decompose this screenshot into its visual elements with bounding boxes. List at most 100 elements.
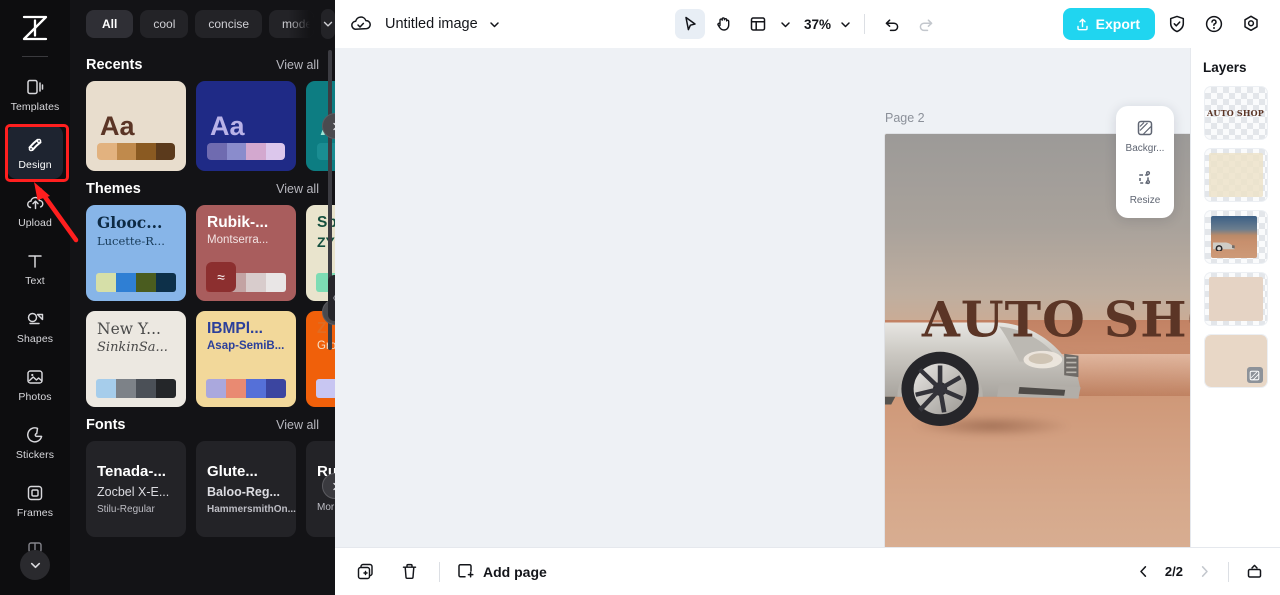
- bottombar-divider-2: [1228, 561, 1229, 582]
- layer-car-photo[interactable]: [1204, 211, 1267, 263]
- recents-card[interactable]: Aa: [86, 81, 186, 171]
- panel-collapse-handle[interactable]: [328, 275, 335, 321]
- recents-section-header: Recents View all: [70, 47, 335, 81]
- redo-button[interactable]: [911, 9, 941, 39]
- select-tool-button[interactable]: [675, 9, 705, 39]
- color-swatches: [96, 379, 176, 398]
- font-card-line3: Stilu-Regular: [97, 504, 155, 515]
- resize-button[interactable]: Resize: [1116, 170, 1174, 206]
- sidebar-item-shapes[interactable]: Shapes: [7, 299, 63, 353]
- filter-chip-row: All cool concise modern: [70, 0, 335, 47]
- gear-icon[interactable]: [1236, 9, 1266, 39]
- canvas-tools-group: 37%: [675, 9, 941, 39]
- background-icon: [1246, 367, 1263, 383]
- layer-cream-overlay[interactable]: [1204, 149, 1267, 201]
- layer-text-preview: AUTO SHOP: [1206, 108, 1264, 118]
- font-card[interactable]: Tenada-... Zocbel X-E... Stilu-Regular: [86, 441, 186, 537]
- theme-card[interactable]: New Y... SinkinSa...: [86, 311, 186, 407]
- sidebar-item-photos[interactable]: Photos: [7, 357, 63, 411]
- recents-card[interactable]: Aa: [196, 81, 296, 171]
- page-indicator: 2/2: [1164, 564, 1183, 579]
- theme-card-line2: Montserra...: [207, 234, 269, 247]
- chip-cool[interactable]: cool: [140, 10, 189, 38]
- add-page-icon: [456, 562, 475, 581]
- font-card-line1: Tenada-...: [97, 463, 166, 480]
- undo-button[interactable]: [877, 9, 907, 39]
- cloud-saved-icon[interactable]: [349, 14, 373, 34]
- page-navigation: 2/2: [1136, 561, 1264, 582]
- resize-icon: [1135, 170, 1155, 190]
- artwork-title-text[interactable]: AUTO SHOP: [885, 295, 1190, 345]
- layout-tool-button[interactable]: [743, 9, 773, 39]
- zoom-level-value: 37%: [804, 16, 832, 32]
- sidebar-item-label: Shapes: [16, 332, 54, 345]
- chip-all[interactable]: All: [86, 10, 134, 38]
- canvas-area[interactable]: Page 2 AUTO SH Backgr... Resize: [335, 48, 1190, 547]
- document-title[interactable]: Untitled image: [385, 16, 478, 32]
- design-panel: All cool concise modern Recents View all…: [70, 0, 335, 595]
- export-upload-icon: [1075, 17, 1090, 32]
- section-title: Themes: [86, 181, 141, 197]
- editor-content: Page 2 AUTO SH Backgr... Resize Layers A…: [335, 48, 1280, 547]
- fonts-view-all-link[interactable]: View all: [276, 418, 319, 432]
- layer-image-preview: [1210, 216, 1257, 258]
- sidebar-item-stickers[interactable]: Stickers: [7, 415, 63, 469]
- app-root: Templates Design Upload Text Shapes Phot…: [0, 0, 1280, 595]
- sidebar-item-frames[interactable]: Frames: [7, 473, 63, 527]
- fonts-card-row: Tenada-... Zocbel X-E... Stilu-Regular G…: [70, 441, 335, 537]
- chevron-down-icon[interactable]: [320, 9, 335, 39]
- panel-toggle-icon[interactable]: [1245, 562, 1264, 581]
- top-toolbar: Untitled image 37% Export: [335, 0, 1280, 48]
- recents-view-all-link[interactable]: View all: [276, 58, 319, 72]
- main-area: Untitled image 37% Export Page 2 AUTO SH…: [335, 0, 1280, 595]
- background-icon: [1135, 118, 1155, 138]
- color-swatches: [206, 379, 286, 398]
- font-card-line3: HammersmithOn...: [207, 504, 296, 515]
- theme-card-line2: ZY: [317, 234, 335, 251]
- zoom-menu-chevron-down-icon[interactable]: [839, 18, 852, 31]
- layer-background[interactable]: [1204, 335, 1267, 387]
- color-swatches: [207, 143, 285, 160]
- sidebar-item-design[interactable]: Design: [7, 125, 63, 179]
- layer-auto-shop-text[interactable]: AUTO SHOP: [1204, 87, 1267, 139]
- color-swatches: [96, 273, 176, 292]
- theme-card-line1: Sp: [317, 214, 335, 231]
- themes-view-all-link[interactable]: View all: [276, 182, 319, 196]
- hand-tool-button[interactable]: [709, 9, 739, 39]
- shield-check-icon[interactable]: [1162, 9, 1192, 39]
- capcut-logo-icon[interactable]: [13, 10, 57, 46]
- duplicate-page-button[interactable]: [351, 558, 379, 586]
- sidebar-item-label: Upload: [18, 216, 52, 229]
- prev-page-chevron-left-icon[interactable]: [1136, 564, 1151, 579]
- layout-menu-chevron-down-icon[interactable]: [779, 18, 792, 31]
- document-menu-chevron-down-icon[interactable]: [488, 18, 501, 31]
- themes-card-row-2: New Y... SinkinSa... IBMPl... Asap-SemiB…: [70, 299, 335, 407]
- delete-page-button[interactable]: [395, 558, 423, 586]
- themes-section-header: Themes View all: [70, 171, 335, 205]
- theme-card[interactable]: IBMPl... Asap-SemiB...: [196, 311, 296, 407]
- font-card-line2: Zocbel X-E...: [97, 485, 170, 499]
- add-page-button[interactable]: Add page: [456, 562, 547, 581]
- toolbar-divider: [864, 14, 866, 34]
- design-icon: [24, 134, 46, 156]
- chip-concise[interactable]: concise: [195, 10, 263, 38]
- theme-card-line2: Lucette-R...: [97, 234, 165, 249]
- font-card[interactable]: Glute... Baloo-Reg... HammersmithOn...: [196, 441, 296, 537]
- layer-beige-shape[interactable]: [1204, 273, 1267, 325]
- sidebar-item-label: Templates: [10, 100, 60, 113]
- sidebar-item-upload[interactable]: Upload: [7, 183, 63, 237]
- theme-card[interactable]: Rubik-... Montserra... ≈: [196, 205, 296, 301]
- fonts-section-header: Fonts View all: [70, 407, 335, 441]
- bottom-toolbar: Add page 2/2: [335, 547, 1280, 595]
- sidebar-item-templates[interactable]: Templates: [7, 67, 63, 121]
- next-page-chevron-right-icon[interactable]: [1197, 564, 1212, 579]
- question-circle-icon[interactable]: [1199, 9, 1229, 39]
- resize-button-label: Resize: [1129, 195, 1161, 206]
- sidebar-item-text[interactable]: Text: [7, 241, 63, 295]
- theme-card[interactable]: Glooc... Lucette-R...: [86, 205, 186, 301]
- chip-modern[interactable]: modern: [269, 10, 314, 38]
- sidebar-item-label: Design: [18, 158, 52, 171]
- background-button[interactable]: Backgr...: [1116, 118, 1174, 154]
- export-button[interactable]: Export: [1062, 8, 1155, 40]
- rail-collapse-button[interactable]: [20, 550, 50, 580]
